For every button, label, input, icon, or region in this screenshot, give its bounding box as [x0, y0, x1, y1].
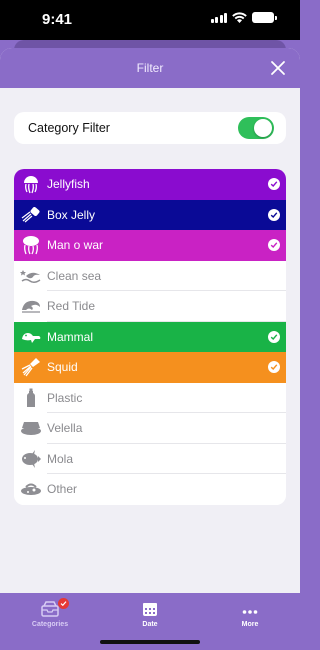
category-label: Box Jelly [47, 207, 96, 222]
category-label: Other [47, 482, 78, 497]
category-row-man-o-war[interactable]: Man o war [14, 230, 286, 261]
box-jelly-icon [14, 200, 47, 231]
category-filter-row: Category Filter [14, 112, 286, 144]
badge-check-icon [60, 601, 67, 607]
category-label: Jellyfish [47, 177, 90, 192]
status-bar: 9:41 [0, 0, 300, 40]
red-tide-icon [14, 291, 47, 322]
status-time: 9:41 [42, 11, 73, 28]
category-list: Jellyfish Box Jelly Man o war Clean sea Red … [14, 169, 286, 505]
close-icon[interactable] [270, 60, 286, 76]
mammal-icon [14, 322, 47, 353]
more-icon [242, 610, 258, 614]
sheet-header: Filter [0, 48, 300, 88]
cellular-signal-icon [210, 12, 227, 23]
category-row-mola[interactable]: Mola [14, 443, 286, 475]
wifi-icon [232, 12, 247, 23]
squid-icon [14, 352, 47, 383]
tab-label: More [241, 621, 259, 628]
velella-icon [14, 413, 47, 444]
category-row-mammal[interactable]: Mammal [14, 321, 286, 353]
category-row-other[interactable]: Other [14, 474, 286, 505]
sheet-title: Filter [136, 61, 164, 75]
home-indicator [100, 640, 200, 644]
other-icon [14, 474, 47, 505]
category-row-box-jelly[interactable]: Box Jelly [14, 199, 286, 231]
category-row-red-tide[interactable]: Red Tide [14, 291, 286, 322]
category-label: Man o war [47, 238, 104, 253]
tab-label: Date [142, 621, 158, 628]
category-label: Mammal [47, 329, 94, 344]
tab-date[interactable]: Date [100, 597, 200, 633]
jellyfish-icon [14, 169, 47, 200]
tab-categories[interactable]: Categories [0, 597, 100, 633]
checkmark-icon [268, 239, 280, 251]
man-o-war-icon [14, 230, 47, 261]
categories-icon [41, 601, 59, 617]
category-label: Clean sea [47, 268, 102, 283]
notification-badge [58, 598, 69, 609]
checkmark-icon [268, 330, 280, 343]
category-row-plastic[interactable]: Plastic [14, 382, 286, 414]
category-label: Plastic [47, 390, 83, 405]
category-row-clean-sea[interactable]: Clean sea [14, 260, 286, 292]
category-label: Red Tide [47, 299, 96, 314]
category-row-velella[interactable]: Velella [14, 413, 286, 444]
category-filter-toggle[interactable] [238, 117, 274, 139]
category-filter-label: Category Filter [28, 121, 110, 135]
category-label: Velella [47, 421, 83, 436]
category-label: Squid [47, 360, 78, 375]
toggle-knob [254, 119, 272, 137]
category-row-squid[interactable]: Squid [14, 352, 286, 383]
category-label: Mola [47, 451, 74, 466]
battery-icon [252, 12, 277, 23]
checkmark-icon [268, 361, 280, 373]
tab-more[interactable]: More [200, 597, 300, 633]
tab-label: Categories [31, 621, 69, 628]
calendar-icon [143, 603, 157, 616]
checkmark-icon [268, 208, 280, 221]
plastic-bottle-icon [14, 383, 47, 414]
clean-sea-icon [14, 261, 47, 292]
mola-icon [14, 444, 47, 475]
status-icons [210, 12, 277, 23]
filter-sheet: Filter Category Filter Jellyfish Box Jell… [0, 48, 300, 593]
checkmark-icon [268, 178, 280, 190]
category-row-jellyfish[interactable]: Jellyfish [14, 169, 286, 200]
